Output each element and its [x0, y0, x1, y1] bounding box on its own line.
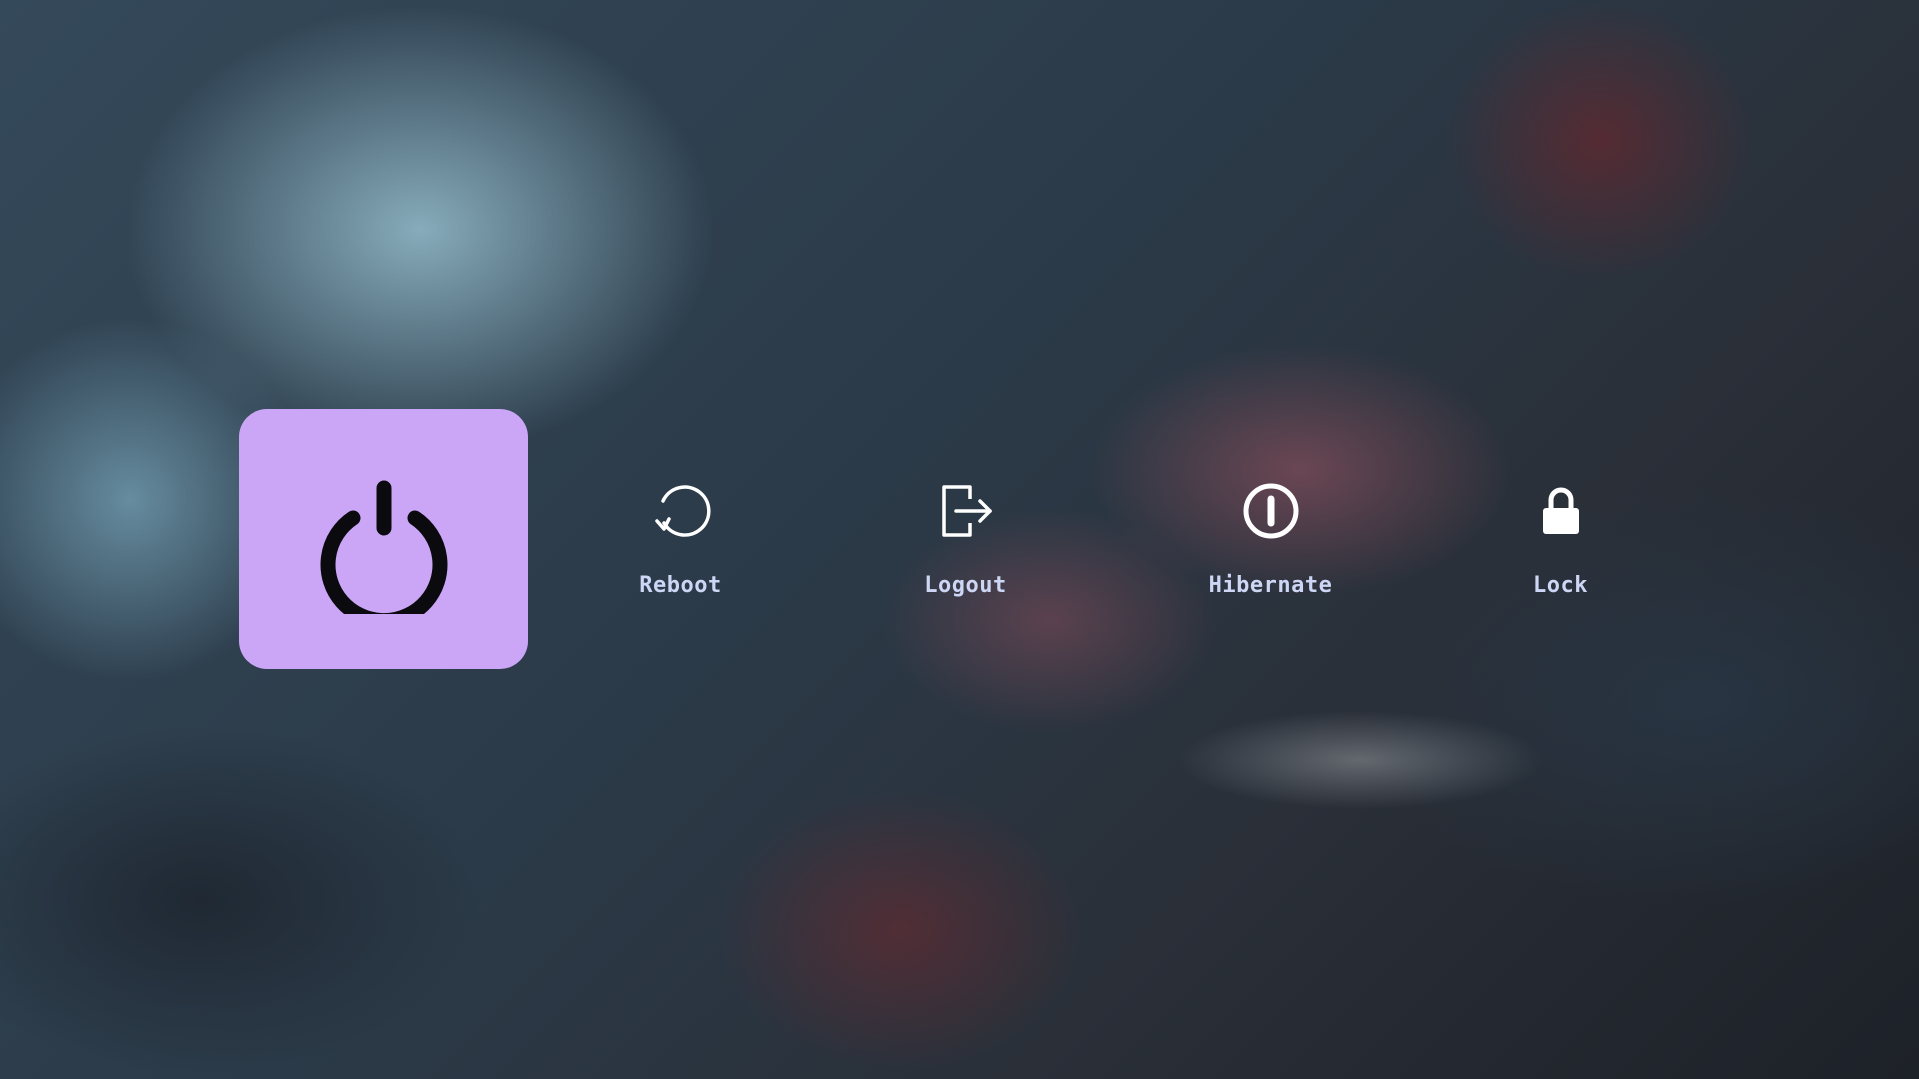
hibernate-label: Hibernate	[1208, 573, 1333, 598]
power-menu-screen: Reboot Logout Hibernate Lock	[0, 0, 1919, 1079]
lock-label: Lock	[1533, 573, 1588, 598]
reboot-icon	[651, 481, 711, 541]
hibernate-button[interactable]: Hibernate	[1126, 409, 1415, 669]
logout-label: Logout	[924, 573, 1007, 598]
logout-button[interactable]: Logout	[821, 409, 1110, 669]
power-icon	[309, 464, 459, 614]
logout-icon	[936, 481, 996, 541]
reboot-button[interactable]: Reboot	[536, 409, 825, 669]
lock-icon	[1531, 481, 1591, 541]
reboot-label: Reboot	[639, 573, 722, 598]
shutdown-button[interactable]	[239, 409, 528, 669]
lock-button[interactable]: Lock	[1416, 409, 1705, 669]
power-menu: Reboot Logout Hibernate Lock	[0, 0, 1919, 1079]
hibernate-icon	[1241, 481, 1301, 541]
